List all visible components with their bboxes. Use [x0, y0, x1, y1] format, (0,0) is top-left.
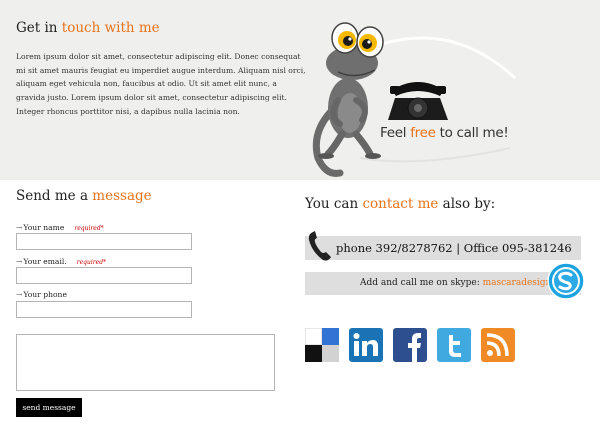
arrow-icon: → [16, 223, 23, 232]
contact-title: You can contact me also by: [305, 196, 495, 212]
gecko-icon [312, 22, 517, 177]
skype-text: Add and call me on skype: mascaradesign [360, 278, 551, 288]
intro-title-plain: Get in [16, 20, 62, 36]
slogan-after: to call me! [435, 125, 509, 141]
arrow-icon: → [16, 290, 23, 299]
slogan: Feel free to call me! [380, 125, 509, 141]
slogan-accent: free [410, 125, 436, 141]
skype-label: Add and call me on skype: [360, 278, 483, 288]
skype-bar: Add and call me on skype: mascaradesign [305, 272, 581, 295]
contact-title-after: also by: [438, 196, 496, 212]
skype-link[interactable]: mascaradesign [483, 278, 552, 288]
phone-icon [308, 231, 331, 261]
email-label-text: Your email. [23, 257, 67, 266]
send-message-button[interactable]: send message [16, 398, 82, 417]
facebook-icon[interactable] [393, 328, 427, 362]
intro-title: Get in touch with me [16, 20, 160, 36]
linkedin-icon[interactable] [349, 328, 383, 362]
arrow-icon: → [16, 257, 23, 266]
form-title-accent: message [92, 188, 152, 204]
email-required-marker: required* [76, 259, 107, 266]
intro-section: Get in touch with me Lorem ipsum dolor s… [0, 0, 600, 180]
delicious-icon[interactable] [305, 328, 339, 362]
form-title: Send me a message [16, 188, 152, 204]
rss-icon[interactable] [481, 328, 515, 362]
form-title-plain: Send me a [16, 188, 93, 204]
phone-bar: phone 392/8278762 | Office 095-381246 [305, 231, 581, 261]
name-field[interactable] [16, 233, 192, 250]
intro-title-accent: touch with me [61, 20, 160, 36]
phone-label: →Your phone [16, 290, 67, 299]
phone-label-text: Your phone [23, 290, 67, 299]
name-label-text: Your name [23, 223, 65, 232]
telephone-icon [388, 82, 448, 120]
name-label: →Your name required* [16, 223, 104, 232]
intro-text: Lorem ipsum dolor sit amet, consectetur … [16, 52, 306, 116]
slogan-before: Feel [380, 125, 411, 141]
contact-title-plain: You can [305, 196, 363, 212]
contact-title-accent: contact me [362, 196, 439, 212]
gecko-illustration: Feel free to call me! [300, 8, 520, 178]
phone-field[interactable] [16, 301, 192, 318]
phone-numbers: phone 392/8278762 | Office 095-381246 [336, 241, 572, 255]
name-required-marker: required* [74, 225, 104, 232]
message-field[interactable] [16, 334, 275, 391]
email-field[interactable] [16, 267, 192, 284]
skype-icon[interactable] [547, 262, 585, 300]
twitter-icon[interactable] [437, 328, 471, 362]
email-label: →Your email. required* [16, 257, 106, 266]
